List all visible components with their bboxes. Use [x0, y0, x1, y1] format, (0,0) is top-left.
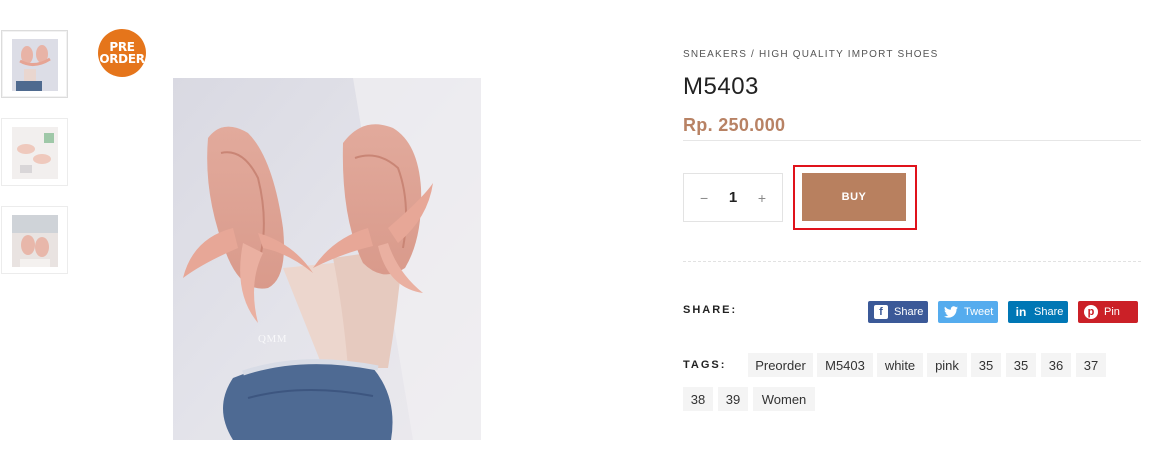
tag-item[interactable]: 37 — [1076, 353, 1106, 377]
pinterest-pin-button[interactable]: p Pin — [1078, 301, 1138, 323]
thumbnail-3[interactable] — [1, 206, 68, 274]
tag-item[interactable]: 36 — [1041, 353, 1071, 377]
image-watermark: QMM — [258, 333, 288, 345]
increment-button[interactable]: + — [758, 190, 766, 206]
dotted-divider — [683, 261, 1141, 262]
thumbnail-1[interactable] — [1, 30, 68, 98]
tag-item[interactable]: M5403 — [817, 353, 873, 377]
thumbnail-image — [12, 215, 58, 267]
tag-item[interactable]: white — [877, 353, 923, 377]
quantity-value[interactable]: 1 — [729, 189, 737, 206]
tag-item[interactable]: 39 — [718, 387, 748, 411]
decrement-button[interactable]: − — [700, 190, 708, 206]
pin-button-label: Pin — [1104, 306, 1120, 318]
tweet-button-label: Tweet — [964, 306, 994, 318]
thumbnail-image — [12, 39, 58, 91]
share-label: SHARE: — [683, 304, 738, 316]
preorder-badge: PRE ORDER — [98, 29, 146, 77]
thumbnail-image — [12, 127, 58, 179]
product-price: Rp. 250.000 — [683, 115, 786, 135]
tag-item[interactable]: 35 — [971, 353, 1001, 377]
buy-button[interactable]: BUY — [802, 173, 906, 221]
tag-item[interactable]: pink — [927, 353, 967, 377]
share-button-label: Share — [894, 306, 924, 318]
quantity-stepper[interactable]: − 1 + — [683, 173, 783, 222]
tag-item[interactable]: 38 — [683, 387, 713, 411]
tag-item[interactable]: Preorder — [748, 353, 813, 377]
tag-item[interactable]: Women — [753, 387, 815, 411]
twitter-share-button[interactable]: Tweet — [938, 301, 998, 323]
product-title: M5403 — [683, 73, 759, 100]
share-button-label: Share — [1034, 306, 1064, 318]
product-photo — [173, 78, 481, 440]
tag-item[interactable]: 35 — [1006, 353, 1036, 377]
divider — [683, 140, 1141, 141]
badge-line-2: ORDER — [99, 52, 145, 66]
main-product-image[interactable]: QMM — [173, 78, 481, 440]
linkedin-icon: in — [1015, 305, 1027, 319]
thumbnail-2[interactable] — [1, 118, 68, 186]
facebook-share-button[interactable]: f Share — [868, 301, 928, 323]
pinterest-icon: p — [1084, 305, 1098, 319]
breadcrumb[interactable]: SNEAKERS / HIGH QUALITY IMPORT SHOES — [683, 49, 938, 60]
twitter-icon — [944, 305, 958, 319]
tags-label: TAGS: — [683, 359, 727, 371]
facebook-icon: f — [874, 305, 888, 319]
linkedin-share-button[interactable]: in Share — [1008, 301, 1068, 323]
